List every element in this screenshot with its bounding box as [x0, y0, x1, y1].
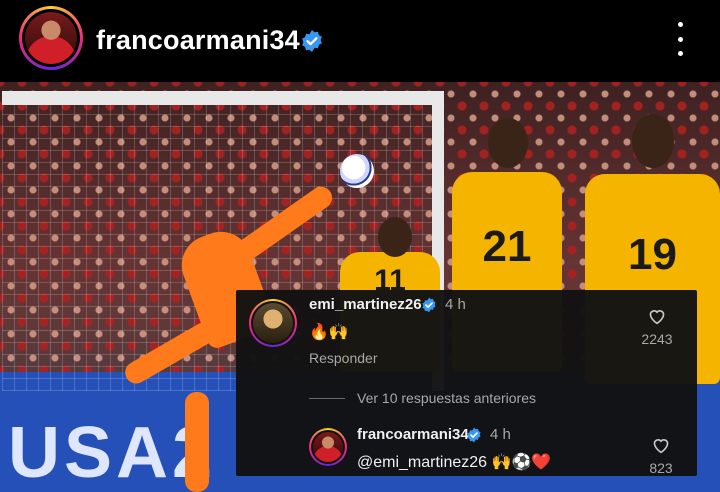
replies-divider	[309, 398, 345, 399]
football	[340, 154, 374, 188]
comment-avatar-emi[interactable]	[249, 299, 297, 347]
like-heart-icon[interactable]	[647, 307, 667, 325]
reply-time: 4 h	[490, 426, 511, 443]
view-more-replies[interactable]: Ver 10 respuestas anteriores	[357, 390, 536, 406]
post-username[interactable]: francoarmani34	[96, 25, 300, 56]
profile-avatar[interactable]	[19, 6, 83, 70]
like-count: 2243	[641, 331, 673, 347]
reply-username[interactable]: francoarmani34	[357, 426, 469, 443]
avatar-image	[25, 12, 77, 64]
reply-like-heart-icon[interactable]	[651, 436, 671, 454]
comment-text: 🔥🙌	[309, 324, 349, 341]
more-options-icon[interactable]	[672, 22, 688, 56]
post-header: francoarmani34	[0, 0, 720, 82]
verified-badge-icon	[302, 30, 322, 52]
reply-avatar-franco[interactable]	[309, 428, 347, 466]
reply-like-count: 823	[649, 460, 673, 476]
comment-username[interactable]: emi_martinez26	[309, 296, 422, 313]
reply-text: @emi_martinez26 🙌⚽❤️	[357, 454, 552, 471]
comments-panel: emi_martinez26 4 h 🔥🙌 Responder 2243 Ver…	[236, 290, 697, 476]
reply-button[interactable]: Responder	[309, 350, 378, 366]
comment-time: 4 h	[445, 296, 466, 313]
verified-badge-icon	[422, 297, 436, 313]
verified-badge-icon	[467, 427, 481, 443]
